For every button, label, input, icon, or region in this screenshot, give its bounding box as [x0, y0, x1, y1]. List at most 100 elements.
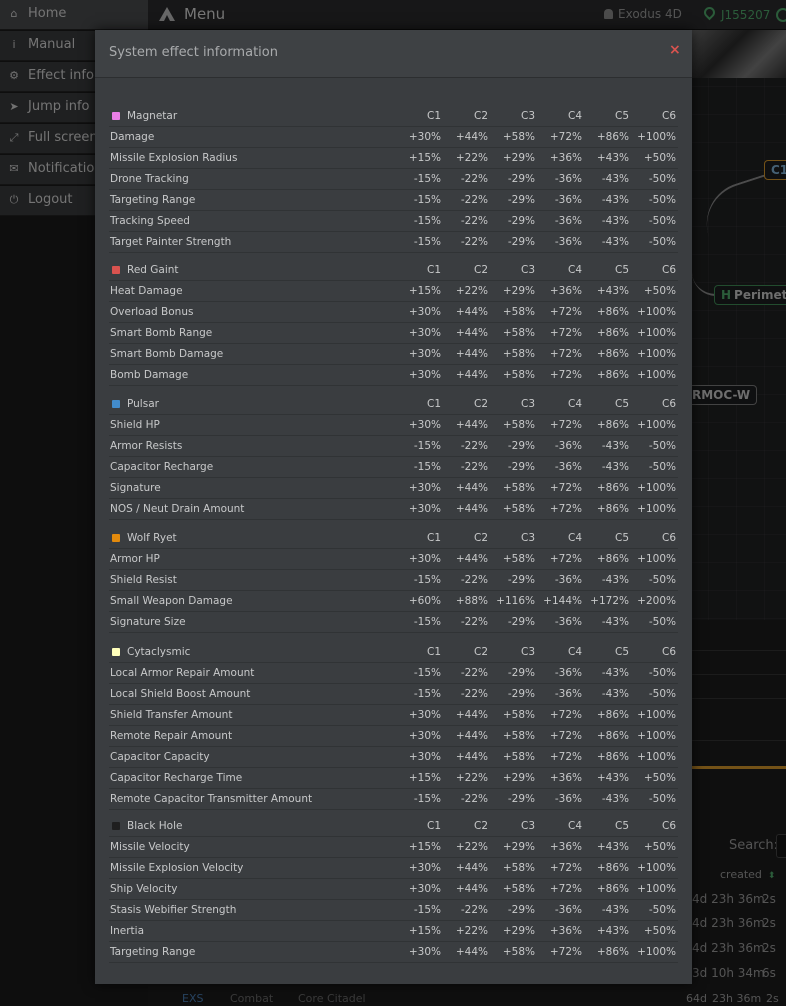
effect-name: Armor Resists [110, 440, 183, 452]
effect-value: +100% [637, 730, 676, 742]
effect-value: -15% [413, 194, 441, 206]
effect-value: -50% [648, 793, 676, 805]
effect-value: +30% [408, 751, 441, 763]
effect-value: +36% [549, 841, 582, 853]
effect-value: +86% [596, 369, 629, 381]
effect-value: +100% [637, 553, 676, 565]
effect-value: -36% [554, 461, 582, 473]
effect-value: -22% [460, 173, 488, 185]
effect-value: +100% [637, 751, 676, 763]
column-header: C6 [661, 110, 676, 122]
effect-value: -36% [554, 574, 582, 586]
dialog-body: Magnetar C1 C2 C3 C4 C5 C6 Damage +30% +44% +58% +7… [95, 78, 692, 984]
effect-value: +86% [596, 883, 629, 895]
effect-value: -50% [648, 616, 676, 628]
effect-value: -22% [460, 440, 488, 452]
effect-value: +44% [455, 709, 488, 721]
effect-name: Tracking Speed [110, 215, 190, 227]
effect-value: -22% [460, 194, 488, 206]
effect-value: -50% [648, 236, 676, 248]
effect-value: +72% [549, 327, 582, 339]
column-header: C1 [426, 264, 441, 276]
effect-value: +72% [549, 131, 582, 143]
effect-value: +58% [502, 419, 535, 431]
effect-value: -43% [601, 793, 629, 805]
effect-value: +58% [502, 369, 535, 381]
column-header: C4 [567, 398, 582, 410]
effect-row: Capacitor Recharge -15% -22% -29% -36% -43% -5… [109, 457, 678, 478]
column-header: C4 [567, 264, 582, 276]
section-header: Black Hole C1 C2 C3 C4 C5 C6 [109, 816, 678, 837]
effect-value: -22% [460, 574, 488, 586]
effect-value: -36% [554, 616, 582, 628]
effect-value: +100% [637, 327, 676, 339]
effect-value: -22% [460, 616, 488, 628]
section-title: Red Gaint [127, 264, 179, 276]
effect-value: -36% [554, 793, 582, 805]
section-header: Wolf Ryet C1 C2 C3 C4 C5 C6 [109, 528, 678, 549]
column-header: C3 [520, 110, 535, 122]
effect-name: Overload Bonus [110, 306, 194, 318]
effect-value: +88% [455, 595, 488, 607]
column-header: C3 [520, 820, 535, 832]
effect-value: +36% [549, 925, 582, 937]
effect-value: +29% [502, 841, 535, 853]
dialog-title: System effect information [109, 45, 278, 60]
column-header: C5 [614, 532, 629, 544]
effect-value: -50% [648, 440, 676, 452]
effect-name: Ship Velocity [110, 883, 178, 895]
effect-value: +58% [502, 306, 535, 318]
effect-value: +44% [455, 946, 488, 958]
effect-color-swatch [112, 400, 120, 408]
effect-value: -15% [413, 688, 441, 700]
effect-value: +172% [590, 595, 629, 607]
effect-value: +44% [455, 751, 488, 763]
effect-name: NOS / Neut Drain Amount [110, 503, 245, 515]
column-header: C6 [661, 264, 676, 276]
effect-value: +86% [596, 946, 629, 958]
effect-value: -29% [507, 236, 535, 248]
column-header: C1 [426, 398, 441, 410]
effect-value: -22% [460, 236, 488, 248]
effect-value: +86% [596, 327, 629, 339]
effect-row: Capacitor Capacity +30% +44% +58% +72% +86% +1… [109, 747, 678, 768]
effect-value: +30% [408, 503, 441, 515]
effect-value: -43% [601, 688, 629, 700]
effect-value: +50% [643, 152, 676, 164]
section-title: Black Hole [127, 820, 183, 832]
effect-value: -36% [554, 667, 582, 679]
effect-name: Smart Bomb Range [110, 327, 213, 339]
effect-section: Pulsar C1 C2 C3 C4 C5 C6 Shield HP +30% +44% +58% +… [109, 394, 678, 520]
effect-value: -15% [413, 461, 441, 473]
effect-name: Local Armor Repair Amount [110, 667, 255, 679]
effect-row: Shield Resist -15% -22% -29% -36% -43% -50% [109, 570, 678, 591]
effect-value: +58% [502, 730, 535, 742]
effect-value: +58% [502, 553, 535, 565]
effect-value: +72% [549, 730, 582, 742]
effect-row: Damage +30% +44% +58% +72% +86% +100% [109, 127, 678, 148]
effect-color-swatch [112, 648, 120, 656]
effect-value: +30% [408, 348, 441, 360]
effect-value: -29% [507, 904, 535, 916]
effect-value: +30% [408, 306, 441, 318]
effect-name: Target Painter Strength [110, 236, 232, 248]
effect-name: Small Weapon Damage [110, 595, 233, 607]
effect-value: +100% [637, 709, 676, 721]
effect-value: +58% [502, 751, 535, 763]
close-icon[interactable]: × [669, 43, 681, 57]
effect-value: -15% [413, 793, 441, 805]
effect-value: +72% [549, 862, 582, 874]
effect-value: +72% [549, 553, 582, 565]
effect-value: +30% [408, 419, 441, 431]
effect-value: +58% [502, 131, 535, 143]
effect-value: +144% [543, 595, 582, 607]
effect-row: Missile Velocity +15% +22% +29% +36% +43% +50% [109, 837, 678, 858]
effect-name: Bomb Damage [110, 369, 189, 381]
effect-name: Capacitor Recharge [110, 461, 214, 473]
column-header: C1 [426, 646, 441, 658]
column-header: C2 [473, 110, 488, 122]
column-header: C6 [661, 398, 676, 410]
effect-value: -29% [507, 793, 535, 805]
effect-value: -29% [507, 688, 535, 700]
column-header: C2 [473, 398, 488, 410]
